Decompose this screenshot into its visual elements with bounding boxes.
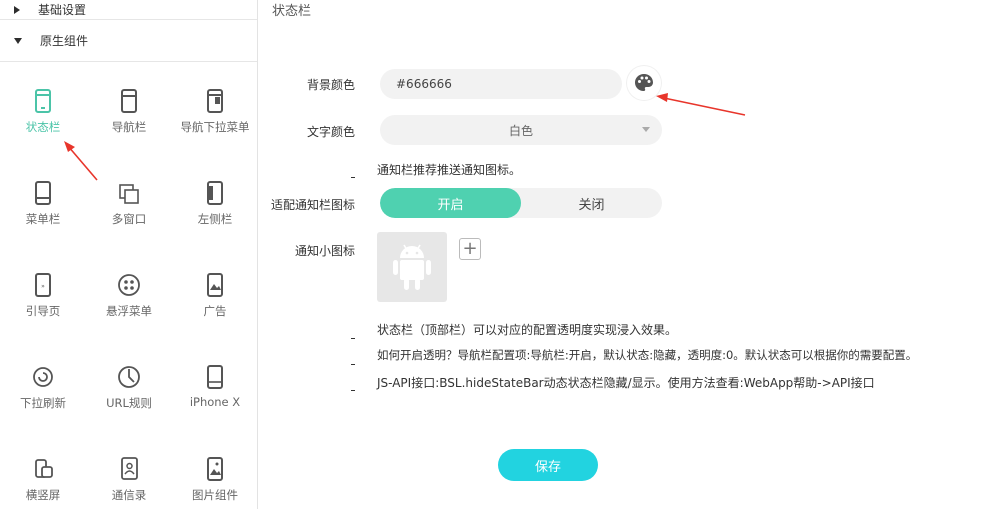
expanded-arrow-icon: [14, 37, 22, 44]
sidebar-item-label: 图片组件: [192, 488, 238, 502]
dash-marker: [351, 390, 355, 391]
text-color-selected: 白色: [508, 123, 533, 138]
section-label: 原生组件: [40, 34, 89, 48]
color-palette-button[interactable]: [627, 66, 661, 100]
main-panel: 状态栏 背景颜色 #666666 文字颜色 白色 通知栏推荐推送通知图标。 适配…: [258, 0, 1000, 509]
toggle-off-option[interactable]: 关闭: [521, 188, 662, 218]
section-label: 基础设置: [38, 3, 87, 17]
chevron-down-icon: [642, 127, 650, 132]
sidebar-item-label: 导航栏: [111, 120, 147, 134]
multi-window-icon: [119, 184, 139, 204]
iphone-x-icon: [207, 365, 223, 389]
sidebar: 基础设置 原生组件 状态栏 导航栏 导航下拉菜单 菜单栏 多窗口 左侧栏 » 引…: [0, 0, 258, 509]
sidebar-item-leftbar[interactable]: 左侧栏: [172, 165, 258, 226]
sidebar-item-label: 左侧栏: [197, 212, 233, 226]
sidebar-item-iphone-x[interactable]: iPhone X: [172, 349, 258, 409]
sidebar-item-label: iPhone X: [189, 395, 241, 409]
note-line-1: 状态栏（顶部栏）可以对应的配置透明度实现浸入效果。: [377, 323, 678, 337]
sidebar-item-navbar[interactable]: 导航栏: [86, 73, 172, 134]
add-icon-button[interactable]: +: [459, 238, 481, 260]
dash-marker: [351, 338, 355, 339]
save-button[interactable]: 保存: [498, 449, 598, 481]
notify-icon-label: 通知小图标: [294, 244, 355, 258]
notify-icon-toggle: 开启 关闭: [380, 188, 662, 218]
text-color-select[interactable]: 白色: [380, 115, 662, 145]
sidebar-item-label: 导航下拉菜单: [180, 120, 250, 134]
sidebar-item-label: 菜单栏: [25, 212, 61, 226]
pull-refresh-icon: [33, 367, 53, 387]
ad-icon: [207, 273, 223, 297]
notify-hint: 通知栏推荐推送通知图标。: [377, 163, 522, 177]
sidebar-item-float-menu[interactable]: 悬浮菜单: [86, 257, 172, 318]
bg-color-label: 背景颜色: [306, 78, 355, 92]
phone-statusbar-icon: [35, 89, 51, 113]
sidebar-item-statusbar[interactable]: 状态栏: [0, 73, 86, 134]
notify-icon-preview[interactable]: [377, 232, 447, 302]
sidebar-item-label: 通信录: [111, 488, 147, 502]
bg-color-input[interactable]: #666666: [380, 69, 622, 99]
bg-color-value: #666666: [396, 77, 452, 91]
float-menu-icon: [118, 274, 140, 296]
sidebar-item-label: 横竖屏: [25, 488, 61, 502]
page-title: 状态栏: [272, 4, 312, 19]
url-rule-icon: [118, 366, 140, 388]
rotate-screen-icon: [35, 459, 53, 478]
toggle-on-option[interactable]: 开启: [380, 188, 521, 218]
collapsed-arrow-icon: [14, 5, 20, 14]
android-icon: [393, 244, 431, 290]
sidebar-item-ad[interactable]: 广告: [172, 257, 258, 318]
sidebar-item-label: 广告: [203, 304, 227, 318]
notify-toggle-label: 适配通知栏图标: [270, 198, 355, 212]
dash-marker: [351, 364, 355, 365]
phone-dropdown-icon: [207, 89, 223, 113]
palette-icon: [635, 74, 653, 91]
text-color-label: 文字颜色: [306, 125, 355, 139]
sidebar-item-menubar[interactable]: 菜单栏: [0, 165, 86, 226]
sidebar-item-multi-window[interactable]: 多窗口: [86, 165, 172, 226]
sidebar-item-contacts[interactable]: 通信录: [86, 441, 172, 502]
sidebar-item-nav-dropdown[interactable]: 导航下拉菜单: [172, 73, 258, 134]
note-line-2: 如何开启透明？导航栏配置项:导航栏:开启，默认状态:隐藏，透明度:0。默认状态可…: [377, 348, 918, 362]
phone-menubar-icon: [35, 181, 51, 205]
phone-guide-icon: »: [35, 273, 51, 297]
note-line-3: JS-API接口:BSL.hideStateBar动态状态栏隐藏/显示。使用方法…: [377, 376, 875, 390]
sidebar-item-url-rule[interactable]: URL规则: [86, 349, 172, 410]
contacts-icon: [121, 457, 138, 480]
phone-leftbar-icon: [207, 181, 223, 205]
sidebar-item-guide[interactable]: » 引导页: [0, 257, 86, 318]
image-component-icon: [207, 457, 223, 481]
sidebar-item-pull-refresh[interactable]: 下拉刷新: [0, 349, 86, 410]
svg-text:»: »: [41, 283, 45, 290]
sidebar-item-label: 多窗口: [111, 212, 147, 226]
sidebar-item-label: URL规则: [106, 396, 152, 410]
phone-navbar-icon: [121, 89, 137, 113]
sidebar-item-label: 下拉刷新: [20, 396, 66, 410]
sidebar-item-label: 引导页: [25, 304, 61, 318]
sidebar-item-label: 状态栏: [25, 120, 61, 134]
dash-marker: [351, 177, 355, 178]
plus-icon: +: [462, 238, 478, 259]
sidebar-item-image-component[interactable]: 图片组件: [172, 441, 258, 502]
sidebar-item-rotate[interactable]: 横竖屏: [0, 441, 86, 502]
section-native-components[interactable]: 原生组件: [0, 20, 257, 62]
section-basic-settings[interactable]: 基础设置: [0, 0, 257, 20]
sidebar-item-label: 悬浮菜单: [106, 304, 152, 318]
